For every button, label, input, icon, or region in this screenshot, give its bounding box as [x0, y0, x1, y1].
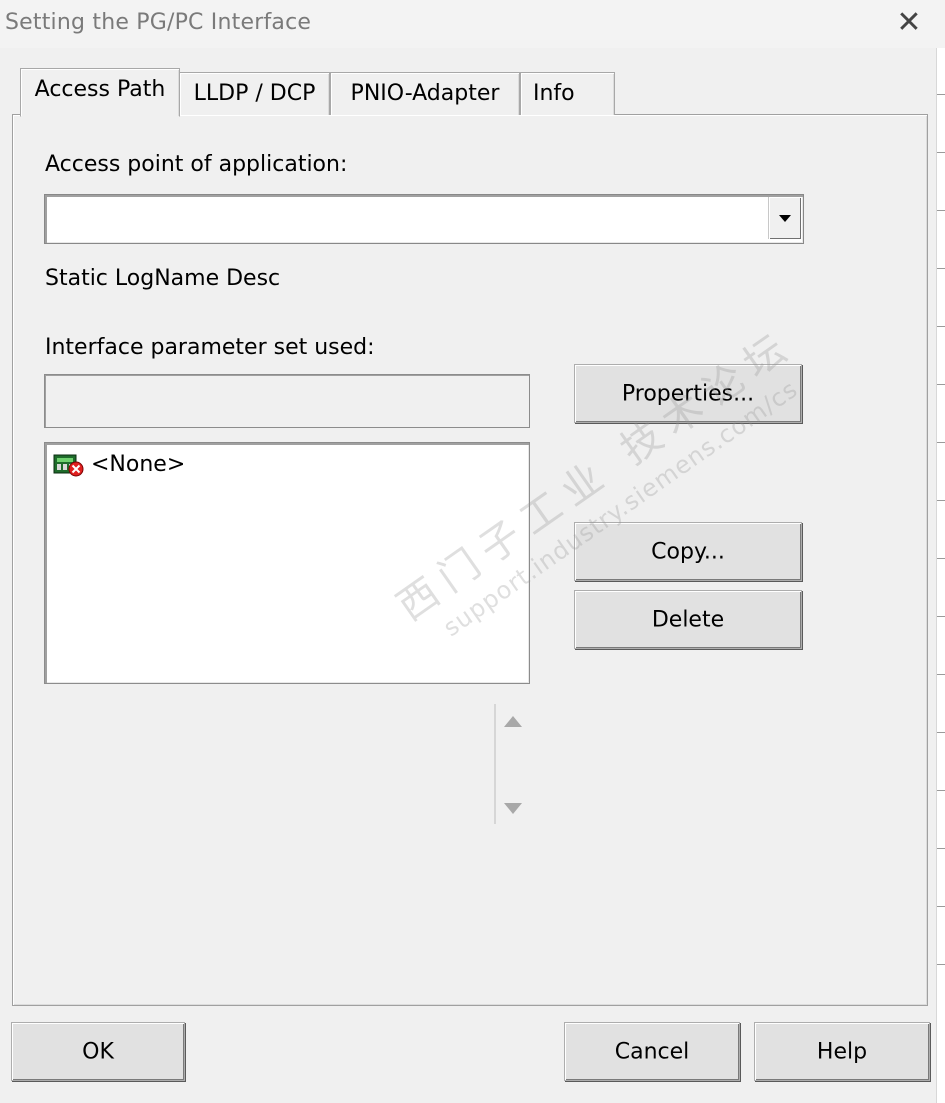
arrow-up-icon[interactable]	[504, 716, 522, 727]
close-icon[interactable]: ✕	[896, 5, 921, 40]
copy-button[interactable]: Copy...	[574, 522, 802, 581]
network-adapter-error-icon	[53, 454, 84, 477]
tab-label: LLDP / DCP	[193, 81, 316, 106]
param-set-list[interactable]: <None>	[44, 442, 530, 684]
window-title: Setting the PG/PC Interface	[5, 10, 312, 35]
access-point-label: Access point of application:	[45, 152, 348, 177]
chevron-down-icon[interactable]	[768, 197, 801, 239]
arrow-down-icon[interactable]	[504, 803, 522, 814]
access-point-combobox[interactable]	[44, 194, 804, 244]
background-window-edge	[936, 48, 945, 1103]
tab-label: Info	[533, 81, 575, 106]
tab-access-path[interactable]: Access Path	[20, 68, 180, 117]
list-item-label: <None>	[91, 452, 186, 477]
updown-divider	[494, 704, 496, 824]
cancel-button[interactable]: Cancel	[564, 1022, 740, 1081]
tab-lldp-dcp[interactable]: LLDP / DCP	[179, 72, 330, 115]
tab-pnio-adapter[interactable]: PNIO-Adapter	[330, 72, 520, 115]
param-set-label: Interface parameter set used:	[45, 335, 375, 360]
param-set-field[interactable]	[44, 374, 530, 428]
ok-button[interactable]: OK	[11, 1022, 185, 1081]
copy-button-label: Copy...	[651, 539, 725, 564]
ok-button-label: OK	[82, 1039, 114, 1064]
static-description: Static LogName Desc	[45, 266, 281, 291]
help-button[interactable]: Help	[754, 1022, 930, 1081]
title-bar: Setting the PG/PC Interface ✕	[0, 0, 945, 48]
cancel-button-label: Cancel	[614, 1039, 690, 1064]
help-button-label: Help	[816, 1039, 868, 1064]
tab-label: Access Path	[34, 77, 166, 102]
delete-button[interactable]: Delete	[574, 590, 802, 649]
tab-info[interactable]: Info	[520, 72, 615, 115]
tab-label: PNIO-Adapter	[350, 81, 500, 106]
properties-button[interactable]: Properties...	[574, 364, 802, 423]
close-button[interactable]: ✕	[888, 4, 930, 42]
delete-button-label: Delete	[651, 607, 725, 632]
properties-button-label: Properties...	[621, 381, 755, 406]
